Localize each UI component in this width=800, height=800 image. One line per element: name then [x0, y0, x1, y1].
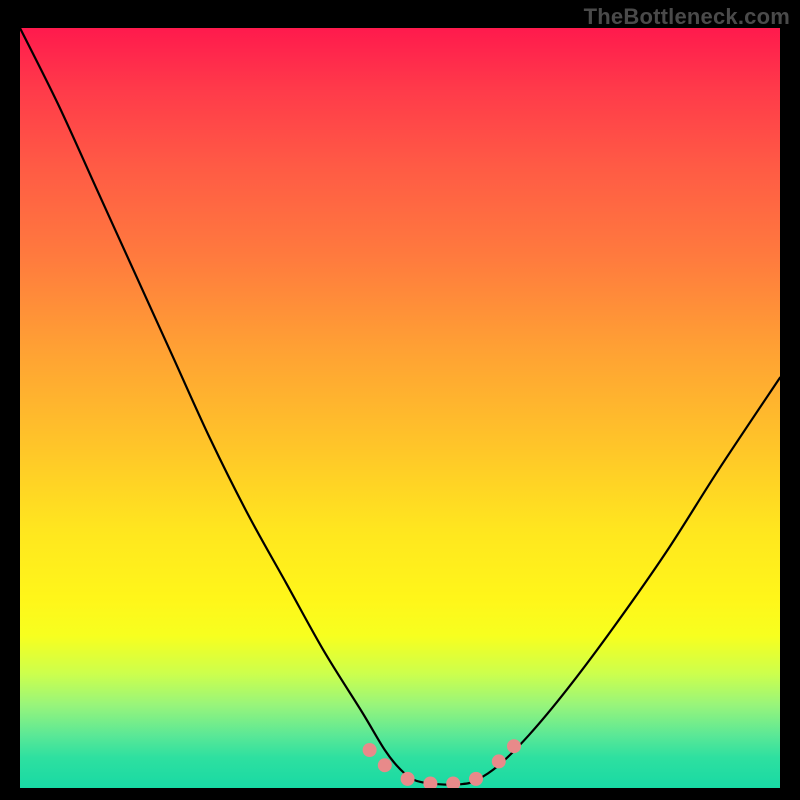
chart-frame: TheBottleneck.com	[0, 0, 800, 800]
curve-marker	[423, 776, 437, 788]
curve-marker	[401, 772, 415, 786]
watermark-text: TheBottleneck.com	[584, 4, 790, 30]
plot-area	[20, 28, 780, 788]
curve-marker	[446, 776, 460, 788]
bottleneck-curve	[20, 28, 780, 785]
curve-marker	[378, 758, 392, 772]
curve-marker	[507, 739, 521, 753]
curve-markers	[363, 739, 521, 788]
curve-layer	[20, 28, 780, 788]
curve-marker	[363, 743, 377, 757]
curve-marker	[492, 754, 506, 768]
curve-marker	[469, 772, 483, 786]
